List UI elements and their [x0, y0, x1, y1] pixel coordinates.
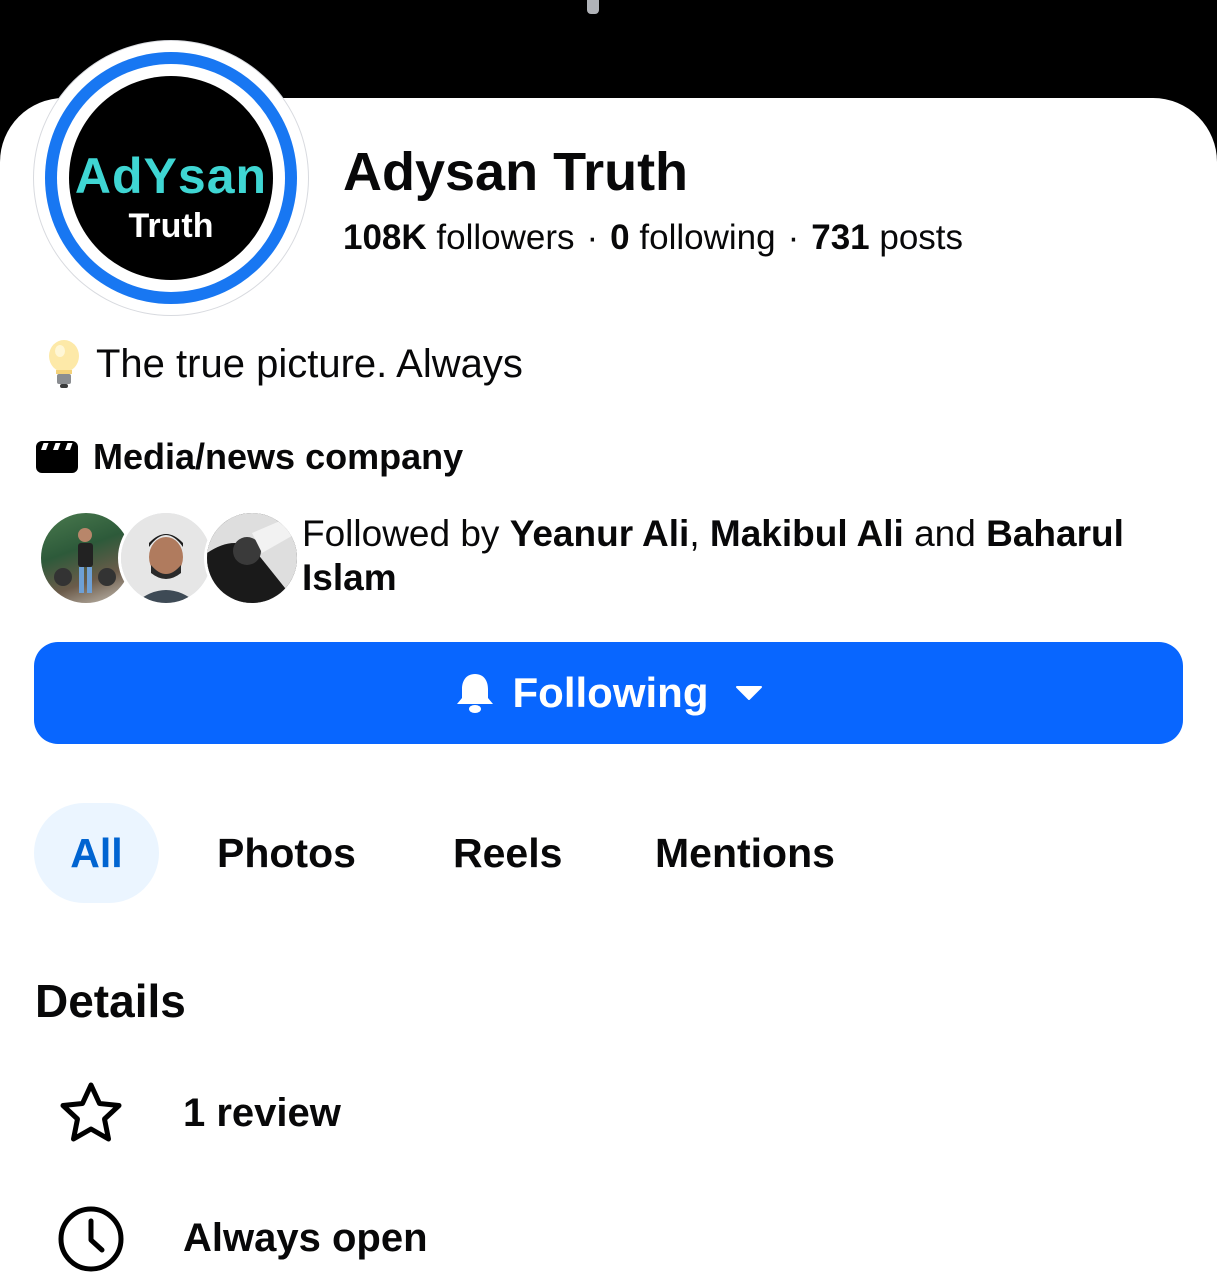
friend-name[interactable]: Yeanur Ali — [510, 513, 690, 554]
logo-wordmark: AdYsan — [74, 148, 268, 204]
following-count[interactable]: 0 — [610, 218, 629, 257]
reviews-text[interactable]: 1 review — [183, 1083, 341, 1143]
bio-text: The true picture. Always — [96, 342, 523, 386]
followed-by-and: and — [914, 513, 976, 554]
chevron-down-icon — [736, 686, 763, 700]
page-title: Adysan Truth — [343, 142, 689, 202]
bio: The true picture. Always — [42, 338, 523, 390]
status-bar-indicator — [587, 0, 599, 14]
tab-mentions[interactable]: Mentions — [655, 803, 835, 903]
details-heading: Details — [35, 975, 186, 1027]
tab-reels[interactable]: Reels — [453, 803, 562, 903]
separator-comma: , — [689, 513, 700, 554]
hours-text[interactable]: Always open — [183, 1208, 428, 1268]
followed-by-prefix: Followed by — [302, 513, 500, 554]
posts-count: 731 — [811, 218, 870, 257]
tab-all[interactable]: All — [34, 803, 159, 903]
friend-name[interactable]: Makibul Ali — [710, 513, 904, 554]
separator-dot: · — [787, 218, 800, 257]
detail-reviews[interactable]: 1 review — [0, 1073, 1217, 1153]
star-icon — [60, 1082, 122, 1142]
clock-icon — [58, 1206, 124, 1272]
followed-by-text[interactable]: Followed by Yeanur Ali, Makibul Ali and … — [302, 512, 1182, 600]
separator-dot: · — [586, 218, 599, 257]
category-text: Media/news company — [93, 436, 464, 477]
following-label: Following — [512, 669, 709, 716]
tab-photos[interactable]: Photos — [217, 803, 356, 903]
category: Media/news company — [35, 434, 463, 480]
profile-stats: 108K followers · 0 following · 731 posts — [343, 216, 963, 260]
following-label[interactable]: following — [639, 218, 775, 257]
bell-icon — [456, 674, 493, 713]
avatar-logo: AdYsan Truth — [69, 76, 273, 280]
logo-subtitle: Truth — [128, 207, 214, 245]
detail-hours[interactable]: Always open — [0, 1200, 1217, 1280]
avatar — [118, 510, 214, 606]
avatar — [204, 510, 300, 606]
followers-label[interactable]: followers — [436, 218, 574, 257]
followers-count[interactable]: 108K — [343, 218, 427, 257]
clapperboard-icon — [36, 441, 78, 473]
following-button[interactable]: Following — [34, 642, 1183, 744]
lightbulb-icon — [49, 340, 79, 388]
mutual-friend-avatars[interactable] — [38, 510, 300, 606]
posts-label: posts — [879, 218, 964, 257]
